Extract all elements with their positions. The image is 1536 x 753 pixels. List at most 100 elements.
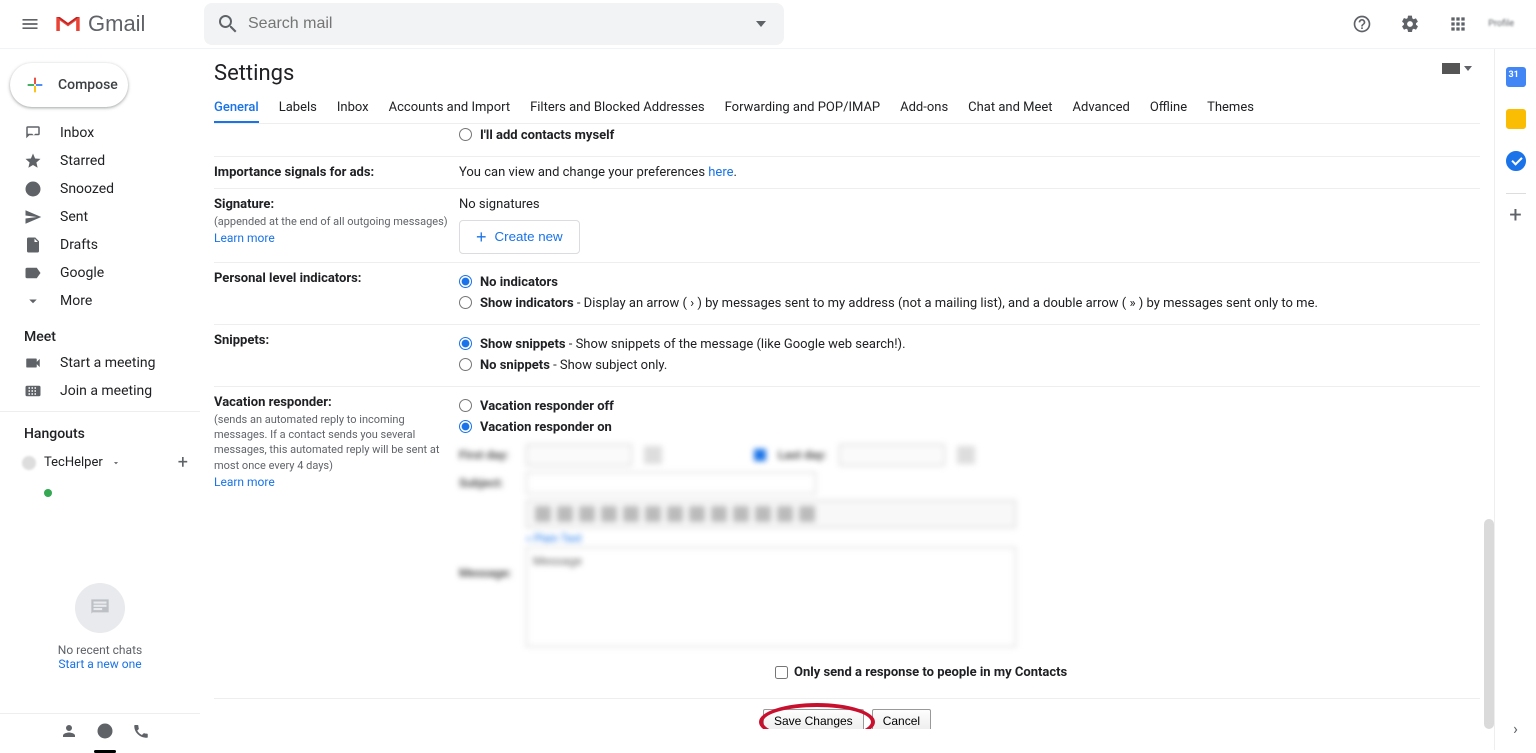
vacation-last-day-input[interactable]: [839, 444, 945, 466]
vacation-learnmore[interactable]: Learn more: [214, 475, 275, 489]
search-options-icon[interactable]: [756, 21, 766, 27]
auto-contacts-manual[interactable]: I'll add contacts myself: [459, 126, 1480, 146]
no-signatures-text: No signatures: [459, 197, 1480, 212]
search-input[interactable]: [248, 15, 746, 33]
chevron-down-icon: [1464, 66, 1472, 71]
video-icon: [24, 354, 42, 372]
nav-starred[interactable]: Starred: [0, 147, 200, 175]
nav-inbox[interactable]: Inbox: [0, 119, 200, 147]
hangouts-user[interactable]: TecHelper: [22, 455, 121, 470]
vacation-plaintext-link[interactable]: « Plain Text: [526, 532, 1016, 545]
personal-showindicators[interactable]: Show indicators - Display an arrow ( › )…: [459, 294, 1480, 314]
tasks-addon[interactable]: [1506, 151, 1526, 171]
tab-labels[interactable]: Labels: [279, 94, 317, 123]
gmail-logo[interactable]: Gmail: [54, 11, 194, 37]
vacation-on[interactable]: Vacation responder on: [459, 418, 1480, 438]
snippets-show[interactable]: Show snippets - Show snippets of the mes…: [459, 335, 1480, 355]
search-icon: [216, 12, 240, 36]
tab-filters[interactable]: Filters and Blocked Addresses: [530, 94, 705, 123]
sidebar: Compose Inbox Starred Snoozed Sent Draft…: [0, 49, 200, 750]
tab-forwarding[interactable]: Forwarding and POP/IMAP: [725, 94, 881, 123]
radio-input[interactable]: [459, 358, 472, 371]
hangouts-tab[interactable]: [96, 722, 114, 744]
hangouts-new-button[interactable]: +: [178, 452, 188, 473]
hangouts-empty: No recent chats Start a new one: [0, 583, 200, 671]
settings-title: Settings: [214, 61, 1480, 86]
signature-learnmore[interactable]: Learn more: [214, 231, 275, 245]
support-button[interactable]: [1344, 6, 1380, 42]
tab-inbox[interactable]: Inbox: [337, 94, 369, 123]
flag-icon: [1442, 63, 1460, 74]
create-signature-button[interactable]: + Create new: [459, 220, 580, 254]
meet-section-header: Meet: [0, 315, 200, 349]
calendar-icon: [644, 446, 662, 464]
gmail-m-icon: [54, 13, 82, 35]
compose-button[interactable]: Compose: [10, 63, 128, 107]
tab-chat[interactable]: Chat and Meet: [968, 94, 1052, 123]
input-tools-button[interactable]: [1442, 63, 1472, 74]
chat-bubble-icon: [75, 583, 125, 633]
gmail-wordmark: Gmail: [88, 11, 145, 37]
phone-icon: [132, 722, 150, 740]
checkbox-input[interactable]: [775, 666, 788, 679]
importance-here-link[interactable]: here: [708, 165, 733, 180]
scrollbar-thumb[interactable]: [1484, 519, 1494, 729]
radio-input[interactable]: [459, 337, 472, 350]
radio-input[interactable]: [459, 275, 472, 288]
account-avatar[interactable]: Profile: [1488, 19, 1514, 29]
no-chats-text: No recent chats: [0, 643, 200, 657]
start-new-chat-link[interactable]: Start a new one: [0, 657, 200, 671]
tab-general[interactable]: General: [214, 94, 259, 123]
chevron-down-icon: [111, 458, 121, 468]
last-day-checkbox[interactable]: [754, 449, 766, 461]
right-side-panel: + ›: [1494, 49, 1536, 750]
vacation-first-day-input[interactable]: [526, 444, 632, 466]
settings-button[interactable]: [1392, 6, 1428, 42]
nav-drafts[interactable]: Drafts: [0, 231, 200, 259]
search-bar[interactable]: [204, 3, 784, 45]
header-right: Profile: [1344, 6, 1526, 42]
nav-snoozed[interactable]: Snoozed: [0, 175, 200, 203]
save-changes-button[interactable]: Save Changes: [763, 709, 864, 730]
radio-input[interactable]: [459, 296, 472, 309]
vacation-subject-input[interactable]: [526, 472, 816, 494]
calendar-addon[interactable]: [1506, 67, 1526, 87]
vacation-off[interactable]: Vacation responder off: [459, 397, 1480, 417]
vacation-only-contacts[interactable]: Only send a response to people in my Con…: [775, 665, 1480, 680]
nav-more[interactable]: More: [0, 287, 200, 315]
calendar-icon: [957, 446, 975, 464]
nav-join-meeting[interactable]: Join a meeting: [0, 377, 200, 405]
tab-accounts[interactable]: Accounts and Import: [389, 94, 510, 123]
tab-advanced[interactable]: Advanced: [1073, 94, 1130, 123]
snippets-hide[interactable]: No snippets - Show subject only.: [459, 356, 1480, 376]
tab-offline[interactable]: Offline: [1150, 94, 1187, 123]
nav-sent[interactable]: Sent: [0, 203, 200, 231]
personal-label: Personal level indicators:: [214, 271, 361, 286]
radio-input[interactable]: [459, 399, 472, 412]
nav-google-label[interactable]: Google: [0, 259, 200, 287]
cancel-button[interactable]: Cancel: [872, 709, 931, 730]
vacation-richtext-toolbar[interactable]: [526, 500, 1016, 528]
contacts-tab[interactable]: [60, 722, 78, 744]
keyboard-icon: [24, 382, 42, 400]
tab-addons[interactable]: Add-ons: [900, 94, 948, 123]
phone-tab[interactable]: [132, 722, 150, 744]
collapse-panel-button[interactable]: ›: [1513, 719, 1518, 738]
signature-label: Signature:: [214, 197, 274, 212]
vacation-details-blurred: First day: Last day: Subject:: [459, 444, 1480, 647]
vacation-message-input[interactable]: Message: [526, 547, 1016, 647]
apps-button[interactable]: [1440, 6, 1476, 42]
label-icon: [24, 264, 42, 282]
tab-themes[interactable]: Themes: [1207, 94, 1254, 123]
radio-input[interactable]: [459, 128, 472, 141]
keep-addon[interactable]: [1506, 109, 1526, 129]
hamburger-icon: [20, 14, 40, 34]
nav-start-meeting[interactable]: Start a meeting: [0, 349, 200, 377]
personal-noindicators[interactable]: No indicators: [459, 273, 1480, 293]
clock-icon: [24, 180, 42, 198]
snippets-label: Snippets:: [214, 333, 269, 348]
radio-input[interactable]: [459, 420, 472, 433]
header-bar: Gmail Profile: [0, 0, 1536, 49]
compose-label: Compose: [58, 77, 118, 93]
hamburger-menu[interactable]: [10, 4, 50, 44]
